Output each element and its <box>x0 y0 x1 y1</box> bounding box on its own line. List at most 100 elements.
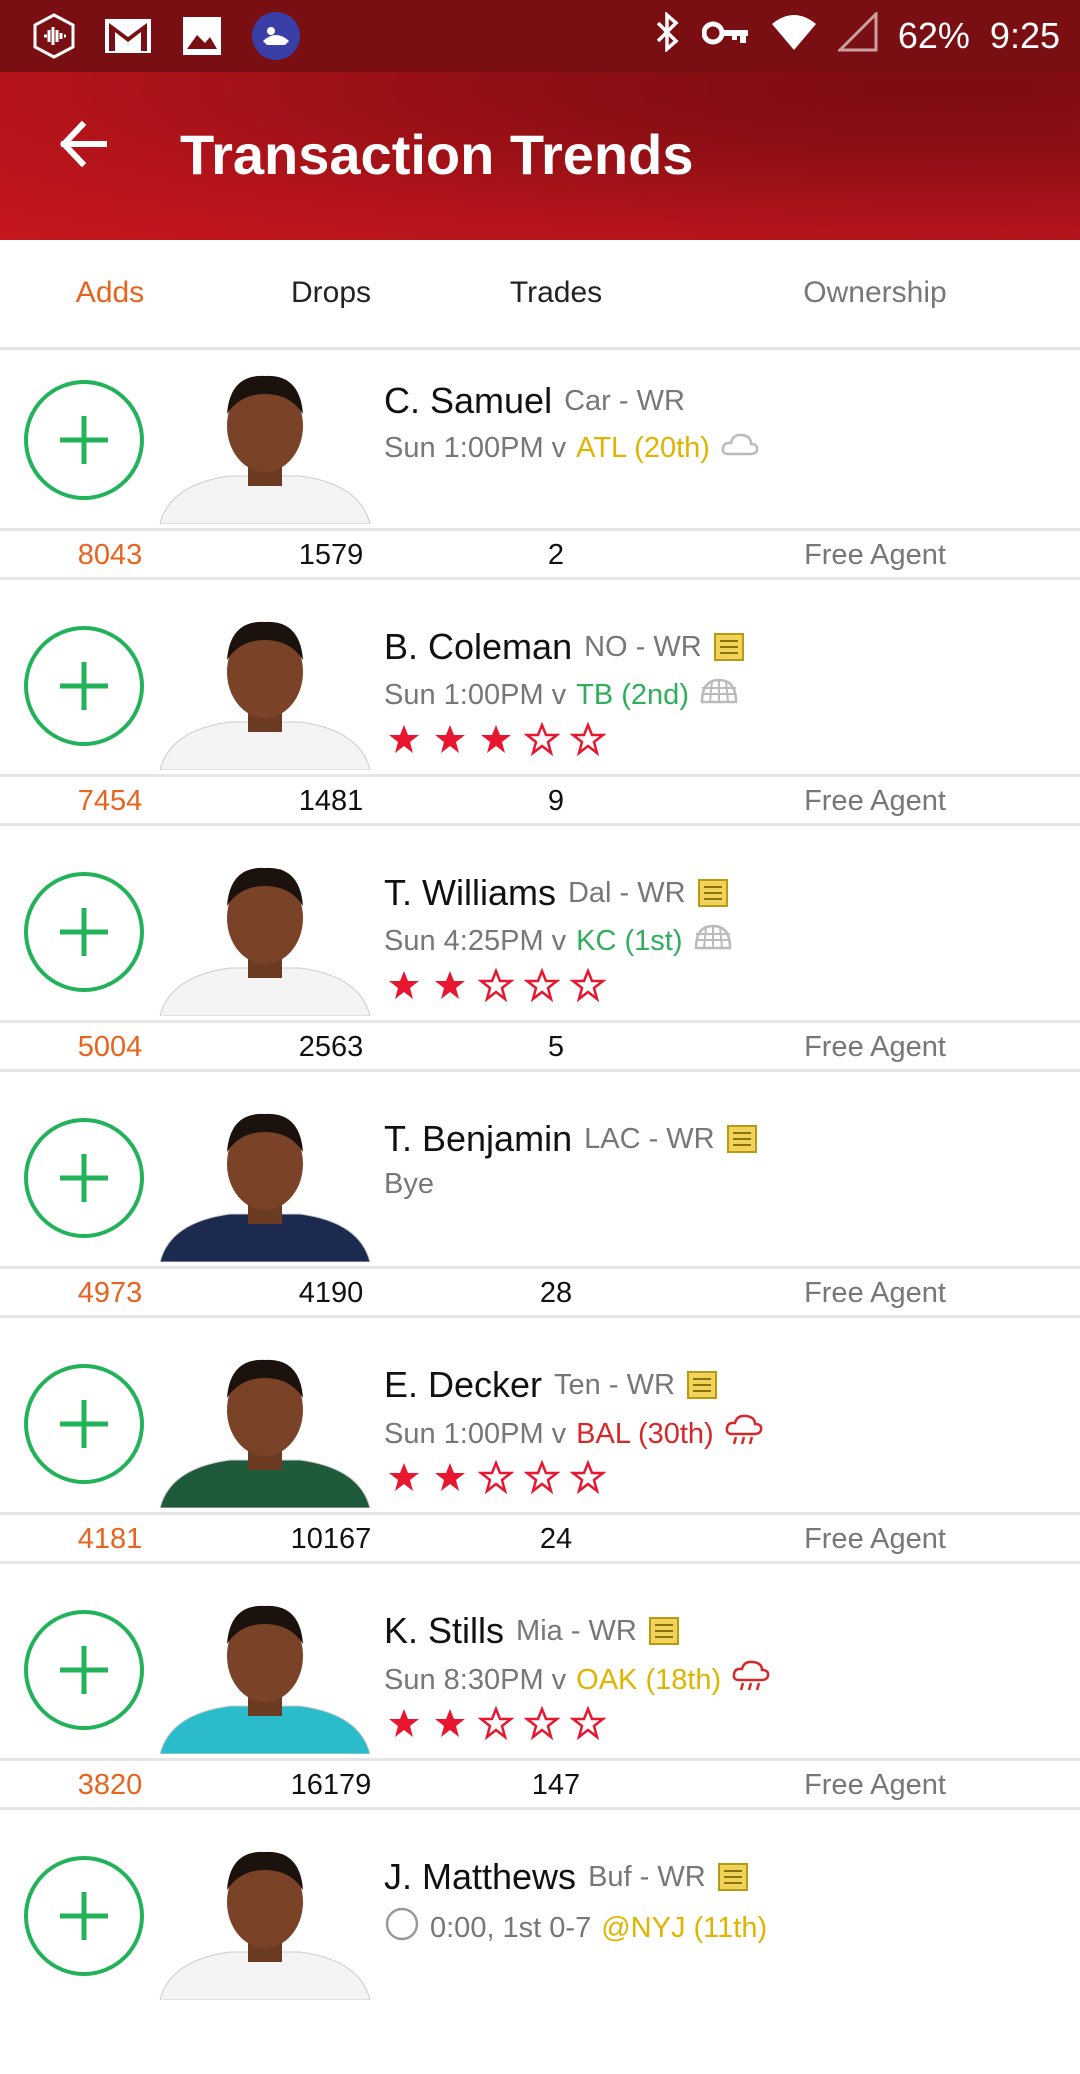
back-arrow-icon[interactable] <box>52 112 116 176</box>
star-filled-icon <box>386 968 422 1007</box>
ownership-status: Free Agent <box>804 1523 946 1555</box>
dome-icon <box>693 922 733 960</box>
player-card[interactable]: T. Benjamin LAC - WR Bye <box>0 1090 1080 1266</box>
player-card[interactable]: J. Matthews Buf - WR 0:00, 1st 0-7 @NYJ … <box>0 1828 1080 2004</box>
player-row[interactable]: K. Stills Mia - WR Sun 8:30PM v OAK (18t… <box>0 1582 1080 1828</box>
opponent-rank: TB (2nd) <box>576 678 689 711</box>
game-info: Sun 4:25PM v KC (1st) <box>384 922 733 960</box>
player-team-position: LAC - WR <box>584 1122 715 1155</box>
player-stats: 4181 10167 24 Free Agent <box>0 1512 1080 1564</box>
star-filled-icon <box>432 1706 468 1745</box>
player-card[interactable]: T. Williams Dal - WR Sun 4:25PM v KC (1s… <box>0 844 1080 1020</box>
drops-count: 1579 <box>298 539 364 571</box>
opponent-rank: BAL (30th) <box>576 1417 714 1450</box>
star-empty-icon <box>523 721 561 761</box>
ownership-status: Free Agent <box>804 1031 946 1063</box>
plus-icon <box>60 416 108 464</box>
star-filled-icon <box>386 1706 422 1745</box>
player-name[interactable]: C. Samuel <box>384 380 552 422</box>
star-empty-icon <box>477 1705 515 1745</box>
add-player-button[interactable] <box>24 1610 144 1730</box>
player-row[interactable]: J. Matthews Buf - WR 0:00, 1st 0-7 @NYJ … <box>0 1828 1080 2074</box>
player-name[interactable]: E. Decker <box>384 1364 542 1406</box>
ownership-status: Free Agent <box>804 539 946 571</box>
trades-count: 24 <box>539 1523 573 1555</box>
drops-count: 4190 <box>298 1277 364 1309</box>
plus-icon <box>60 1154 108 1202</box>
app-badge-icon <box>250 10 302 62</box>
news-note-icon[interactable] <box>686 1371 717 1399</box>
adds-count: 7454 <box>77 785 143 817</box>
player-photo <box>150 1102 380 1262</box>
player-card[interactable]: E. Decker Ten - WR Sun 1:00PM v BAL (30t… <box>0 1336 1080 1512</box>
player-row[interactable]: B. Coleman NO - WR Sun 1:00PM v TB (2nd)… <box>0 598 1080 844</box>
add-player-button[interactable] <box>24 1118 144 1238</box>
game-time: Sun 1:00PM v <box>384 431 567 464</box>
plus-icon <box>60 908 108 956</box>
notification-icons <box>28 10 302 62</box>
drops-count: 10167 <box>290 1523 372 1555</box>
status-bar: 62% 9:25 <box>0 0 1080 72</box>
player-card[interactable]: B. Coleman NO - WR Sun 1:00PM v TB (2nd) <box>0 598 1080 774</box>
player-card[interactable]: C. Samuel Car - WR Sun 1:00PM v ATL (20t… <box>0 352 1080 528</box>
tab-adds[interactable]: Adds <box>76 276 144 310</box>
rating-stars <box>386 967 607 1007</box>
player-name[interactable]: T. Williams <box>384 872 556 914</box>
game-time: Sun 4:25PM v <box>384 924 567 957</box>
player-name[interactable]: K. Stills <box>384 1610 504 1652</box>
tab-drops[interactable]: Drops <box>291 276 371 310</box>
news-note-icon[interactable] <box>713 633 744 661</box>
clock-text: 9:25 <box>989 15 1060 56</box>
game-time: Sun 8:30PM v <box>384 1663 567 1696</box>
player-name[interactable]: T. Benjamin <box>384 1118 572 1160</box>
trades-count: 9 <box>547 785 565 817</box>
adds-count: 4973 <box>77 1277 143 1309</box>
star-empty-icon <box>477 967 515 1007</box>
player-card[interactable]: K. Stills Mia - WR Sun 8:30PM v OAK (18t… <box>0 1582 1080 1758</box>
star-filled-icon <box>432 722 468 761</box>
player-team-position: Car - WR <box>564 384 685 417</box>
page-title: Transaction Trends <box>180 123 694 186</box>
game-time: Sun 1:00PM v <box>384 1417 567 1450</box>
plus-icon <box>60 662 108 710</box>
system-status: 62% 9:25 <box>652 0 1060 72</box>
player-row[interactable]: T. Williams Dal - WR Sun 4:25PM v KC (1s… <box>0 844 1080 1090</box>
player-row[interactable]: C. Samuel Car - WR Sun 1:00PM v ATL (20t… <box>0 352 1080 598</box>
player-name-line: T. Williams Dal - WR <box>384 872 728 914</box>
player-team-position: Dal - WR <box>567 876 686 909</box>
rain-icon <box>731 1660 771 1700</box>
add-player-button[interactable] <box>24 1364 144 1484</box>
tab-ownership[interactable]: Ownership <box>803 276 946 310</box>
player-stats: 3820 16179 147 Free Agent <box>0 1758 1080 1810</box>
gmail-icon <box>102 10 154 62</box>
star-filled-icon <box>432 1460 468 1499</box>
player-name-line: J. Matthews Buf - WR <box>384 1856 748 1898</box>
trades-count: 28 <box>539 1277 573 1309</box>
player-photo <box>150 610 380 770</box>
add-player-button[interactable] <box>24 872 144 992</box>
add-player-button[interactable] <box>24 380 144 500</box>
add-player-button[interactable] <box>24 626 144 746</box>
player-team-position: Ten - WR <box>554 1368 675 1401</box>
news-note-icon[interactable] <box>717 1863 748 1891</box>
game-time: Sun 1:00PM v <box>384 678 567 711</box>
drops-count: 16179 <box>290 1769 372 1801</box>
player-row[interactable]: E. Decker Ten - WR Sun 1:00PM v BAL (30t… <box>0 1336 1080 1582</box>
tab-trades[interactable]: Trades <box>510 276 602 310</box>
game-info: Sun 1:00PM v TB (2nd) <box>384 676 739 714</box>
player-stats: 5004 2563 5 Free Agent <box>0 1020 1080 1072</box>
news-note-icon[interactable] <box>726 1125 757 1153</box>
plus-icon <box>60 1892 108 1940</box>
news-note-icon[interactable] <box>648 1617 679 1645</box>
add-player-button[interactable] <box>24 1856 144 1976</box>
player-name-line: B. Coleman NO - WR <box>384 626 744 668</box>
player-row[interactable]: T. Benjamin LAC - WR Bye 4973 4190 28 Fr… <box>0 1090 1080 1336</box>
player-name[interactable]: B. Coleman <box>384 626 572 668</box>
player-photo <box>150 856 380 1016</box>
news-note-icon[interactable] <box>697 879 728 907</box>
podcast-app-icon <box>28 10 80 62</box>
player-name[interactable]: J. Matthews <box>384 1856 576 1898</box>
game-info: 0:00, 1st 0-7 @NYJ (11th) <box>384 1906 767 1950</box>
dome-icon <box>699 676 739 714</box>
star-empty-icon <box>569 1459 607 1499</box>
